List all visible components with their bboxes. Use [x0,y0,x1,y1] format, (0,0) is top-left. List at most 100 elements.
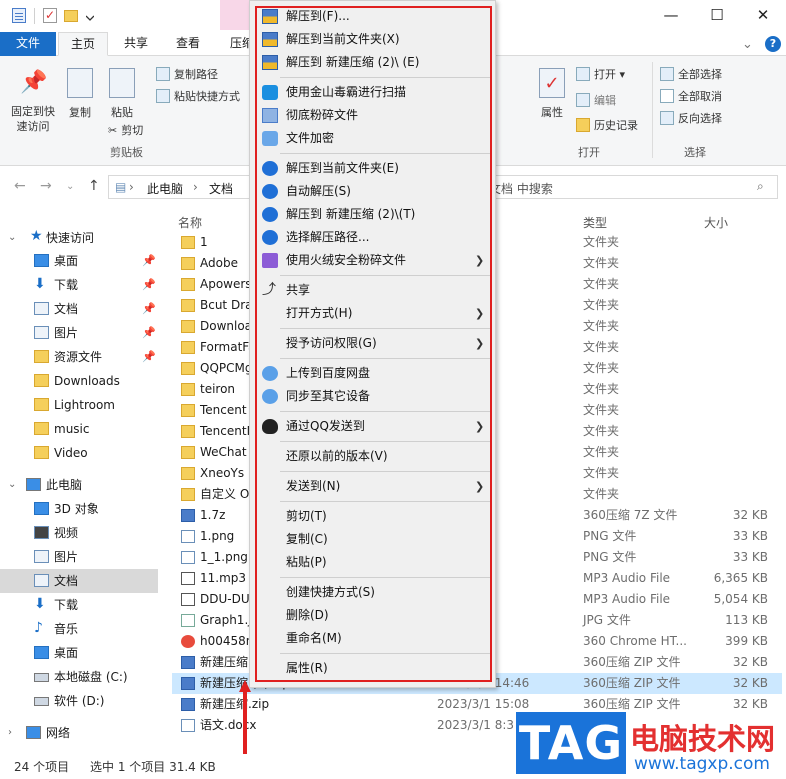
sidebar-item-music[interactable]: music [0,417,158,441]
column-header-size[interactable]: 大小 [704,214,728,231]
sidebar-item-desktop[interactable]: 桌面 📌 [0,249,158,273]
menu-item[interactable]: 解压到 新建压缩 (2)\ (E) [250,51,495,74]
menu-item[interactable]: 粘贴(P) [250,551,495,574]
invert-selection-button[interactable]: 反向选择 [660,110,722,126]
menu-item-label: 删除(D) [286,608,329,622]
properties-check-icon[interactable]: ✓ [43,8,57,23]
divider [34,8,35,24]
menu-item[interactable]: 自动解压(S) [250,180,495,203]
file-name: 1 [200,235,208,249]
sidebar-label: 音乐 [54,622,79,636]
properties-button[interactable]: ✓ 属性 [532,68,572,120]
sidebar-item-pc-pictures[interactable]: 图片 [0,545,158,569]
menu-item[interactable]: 还原以前的版本(V) [250,445,495,468]
help-icon[interactable]: ? [765,36,781,52]
document-icon[interactable] [12,8,26,23]
menu-item[interactable]: 授予访问权限(G) ❯ [250,332,495,355]
menu-item[interactable]: 解压到(F)... [250,5,495,28]
sidebar-item-network[interactable]: › 网络 [0,721,158,745]
menu-item[interactable]: 同步至其它设备 [250,385,495,408]
menu-item[interactable]: 解压到当前文件夹(E) [250,157,495,180]
breadcrumb-separator: › [193,180,198,194]
sidebar-item-3d-objects[interactable]: 3D 对象 [0,497,158,521]
menu-item[interactable]: 彻底粉碎文件 [250,104,495,127]
sidebar-item-download[interactable]: ⬇ 下载 📌 [0,273,158,297]
copy-button[interactable]: 复制 [62,68,98,120]
copy-path-button[interactable]: 复制路径 [156,66,218,82]
tab-file[interactable]: 文件 [0,32,56,56]
sidebar-item-lightroom[interactable]: Lightroom [0,393,158,417]
sidebar-item-pc-download[interactable]: ⬇ 下载 [0,593,158,617]
recent-locations-icon[interactable]: ⌄ [66,181,74,192]
breadcrumb-this-pc[interactable]: 此电脑 [147,180,183,197]
sidebar-item-video[interactable]: Video [0,441,158,465]
edit-button[interactable]: 编辑 [576,92,616,108]
sidebar-item-documents[interactable]: 文档 📌 [0,297,158,321]
sidebar-item-drive-c[interactable]: 本地磁盘 (C:) [0,665,158,689]
file-size: 5,054 KB [713,592,768,606]
menu-item[interactable]: 解压到 新建压缩 (2)\(T) [250,203,495,226]
up-icon[interactable]: ↑ [88,178,100,194]
select-none-button[interactable]: 全部取消 [660,88,722,104]
menu-item[interactable]: 创建快捷方式(S) [250,581,495,604]
sidebar-item-quick-access[interactable]: ⌄ ★ 快速访问 [0,226,158,250]
zip360-icon [262,32,278,47]
file-size: 399 KB [725,634,768,648]
menu-item[interactable]: 使用火绒安全粉碎文件 ❯ [250,249,495,272]
new-folder-icon[interactable] [64,10,78,22]
menu-item[interactable]: 复制(C) [250,528,495,551]
sidebar-item-pc-music[interactable]: ♪ 音乐 [0,617,158,641]
select-all-button[interactable]: 全部选择 [660,66,722,82]
paste-shortcut-button[interactable]: 粘贴快捷方式 [156,88,240,104]
menu-item[interactable]: 打开方式(H) ❯ [250,302,495,325]
context-menu: 解压到(F)... 解压到当前文件夹(X) 解压到 新建压缩 (2)\ (E) 使用金… [249,0,496,688]
menu-item[interactable]: 解压到当前文件夹(X) [250,28,495,51]
chevron-down-icon[interactable]: ⌄ [8,226,16,250]
tab-share[interactable]: 共享 [114,32,158,56]
sidebar-item-pictures[interactable]: 图片 📌 [0,321,158,345]
close-button[interactable]: ✕ [740,0,786,30]
sidebar-item-downloads[interactable]: Downloads [0,369,158,393]
pin-quick-access-button[interactable]: 📌 固定到快速访问 [6,68,60,134]
minimize-button[interactable]: — [648,0,694,30]
open-button[interactable]: 打开 ▾ [576,66,625,82]
column-header-type[interactable]: 类型 [583,214,607,231]
column-header-name[interactable]: 名称 [178,214,202,231]
menu-item[interactable]: 使用金山毒霸进行扫描 [250,81,495,104]
menu-item[interactable]: ⤴ 共享 [250,279,495,302]
sidebar-item-resources[interactable]: 资源文件 📌 [0,345,158,369]
sidebar-item-drive-d[interactable]: 软件 (D:) [0,689,158,713]
cut-button[interactable]: ✂ 剪切 [108,122,143,138]
paste-button[interactable]: 粘贴 [104,68,140,120]
search-input[interactable]: 文档 中搜索 ⌕ [460,175,778,199]
chevron-right-icon: ❯ [475,480,485,493]
chevron-right-icon[interactable]: › [8,721,12,745]
file-name: Tencent [200,403,247,417]
chevron-down-icon[interactable] [85,11,95,21]
sidebar-item-pc-desktop[interactable]: 桌面 [0,641,158,665]
menu-item[interactable]: 重命名(M) [250,627,495,650]
search-icon[interactable]: ⌕ [757,179,764,194]
menu-item[interactable]: 剪切(T) [250,505,495,528]
back-icon[interactable]: ← [14,178,26,194]
maximize-button[interactable]: ☐ [694,0,740,30]
chevron-down-icon[interactable]: ⌄ [8,473,16,497]
menu-item-label: 还原以前的版本(V) [286,449,388,463]
menu-item[interactable]: 通过QQ发送到 ❯ [250,415,495,438]
tab-view[interactable]: 查看 [166,32,210,56]
forward-icon[interactable]: → [40,178,52,194]
menu-item[interactable]: 选择解压路径... [250,226,495,249]
history-button[interactable]: 历史记录 [576,117,638,133]
menu-item[interactable]: 上传到百度网盘 [250,362,495,385]
collapse-ribbon-icon[interactable]: ⌄ [742,37,753,52]
sidebar-item-pc-documents[interactable]: 文档 [0,569,158,593]
menu-item[interactable]: 文件加密 [250,127,495,150]
sidebar-item-this-pc[interactable]: ⌄ 此电脑 [0,473,158,497]
tab-home[interactable]: 主页 [58,32,108,56]
menu-item[interactable]: 发送到(N) ❯ [250,475,495,498]
browser-icon [181,635,195,648]
sidebar-item-videos[interactable]: 视频 [0,521,158,545]
menu-item[interactable]: 属性(R) [250,657,495,680]
menu-item[interactable]: 删除(D) [250,604,495,627]
breadcrumb-documents[interactable]: 文档 [209,180,233,197]
